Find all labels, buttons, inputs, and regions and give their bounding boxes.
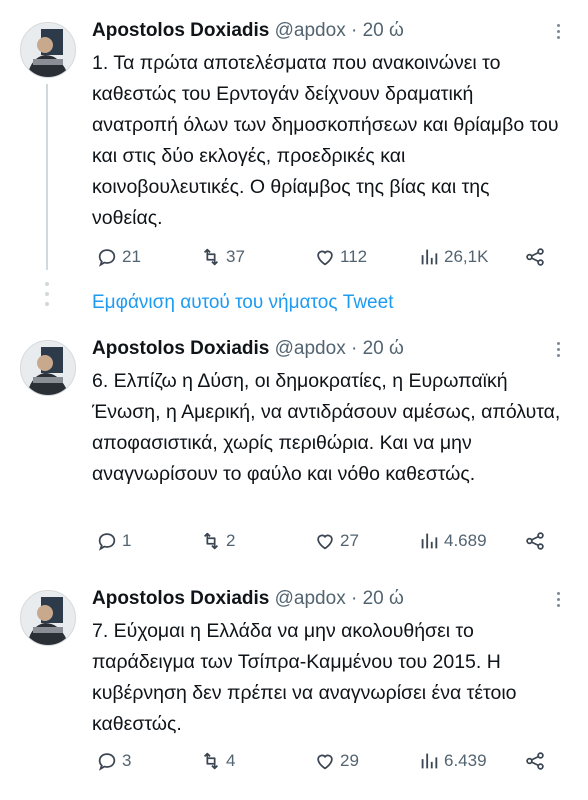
thread-gap-dot <box>45 282 49 286</box>
tweet-actions: 1 2 27 4.689 <box>92 528 568 554</box>
more-icon[interactable] <box>556 592 562 610</box>
reply-button[interactable]: 3 <box>96 748 131 774</box>
like-button[interactable]: 27 <box>314 528 359 554</box>
author-handle-time[interactable]: @apdox · 20 ώ <box>275 588 404 609</box>
views-button[interactable]: 4.689 <box>418 528 487 554</box>
avatar[interactable] <box>20 340 76 396</box>
share-icon <box>526 532 544 550</box>
tweet[interactable]: Apostolos Doxiadis @apdox · 20 ώ 1. Τα π… <box>0 18 588 278</box>
tweet-header: Apostolos Doxiadis @apdox · 20 ώ <box>92 586 404 612</box>
reply-icon <box>98 249 116 267</box>
author-handle-time[interactable]: @apdox · 20 ώ <box>275 338 404 359</box>
tweet-text: 6. Ελπίζω η Δύση, οι δημοκρατίες, η Ευρω… <box>92 370 561 485</box>
tweet-header: Apostolos Doxiadis @apdox · 20 ώ <box>92 336 404 362</box>
share-button[interactable] <box>524 528 546 554</box>
tweet[interactable]: Apostolos Doxiadis @apdox · 20 ώ 6. Ελπί… <box>0 336 588 566</box>
tweet[interactable]: Apostolos Doxiadis @apdox · 20 ώ 7. Εύχο… <box>0 586 588 786</box>
author-name[interactable]: Apostolos Doxiadis <box>92 20 269 41</box>
avatar[interactable] <box>20 590 76 646</box>
share-icon <box>526 248 544 266</box>
tweet-actions: 3 4 29 6.439 <box>92 748 568 774</box>
reply-button[interactable]: 1 <box>96 528 131 554</box>
thread-gap-dot <box>45 302 49 306</box>
retweet-count: 37 <box>226 247 245 266</box>
like-count: 27 <box>340 531 359 550</box>
reply-count: 3 <box>122 751 132 770</box>
views-button[interactable]: 6.439 <box>418 748 487 774</box>
retweet-button[interactable]: 37 <box>200 244 245 270</box>
like-icon <box>317 534 333 550</box>
views-button[interactable]: 26,1K <box>418 244 488 270</box>
views-icon <box>421 753 438 769</box>
share-button[interactable] <box>524 244 546 270</box>
views-icon <box>421 533 438 549</box>
reply-count: 21 <box>122 247 141 266</box>
views-count: 6.439 <box>444 751 487 770</box>
retweet-icon <box>203 752 219 770</box>
show-thread-link[interactable]: Εμφάνιση αυτού του νήματος Tweet <box>92 292 393 314</box>
tweet-actions: 21 37 112 26,1K <box>92 244 568 270</box>
views-icon <box>421 249 438 265</box>
retweet-icon <box>203 532 219 550</box>
retweet-count: 2 <box>226 531 236 550</box>
like-count: 112 <box>340 247 368 266</box>
reply-icon <box>98 753 116 771</box>
share-icon <box>526 752 544 770</box>
like-icon <box>317 754 333 770</box>
author-name[interactable]: Apostolos Doxiadis <box>92 588 269 609</box>
more-icon[interactable] <box>556 342 562 360</box>
retweet-button[interactable]: 4 <box>200 748 235 774</box>
retweet-count: 4 <box>226 751 236 770</box>
like-count: 29 <box>340 751 359 770</box>
author-handle-time[interactable]: @apdox · 20 ώ <box>275 20 404 41</box>
tweet-header: Apostolos Doxiadis @apdox · 20 ώ <box>92 18 404 44</box>
like-icon <box>317 250 333 266</box>
retweet-button[interactable]: 2 <box>200 528 235 554</box>
tweet-text: 7. Εύχομαι η Ελλάδα να μην ακολουθήσει τ… <box>92 620 517 735</box>
reply-count: 1 <box>122 531 132 550</box>
like-button[interactable]: 29 <box>314 748 359 774</box>
tweet-text: 1. Τα πρώτα αποτελέσματα που ανακοινώνει… <box>92 52 559 229</box>
more-icon[interactable] <box>556 24 562 42</box>
views-count: 26,1K <box>444 247 489 266</box>
reply-icon <box>98 533 116 551</box>
like-button[interactable]: 112 <box>314 244 367 270</box>
author-name[interactable]: Apostolos Doxiadis <box>92 338 269 359</box>
reply-button[interactable]: 21 <box>96 244 141 270</box>
retweet-icon <box>203 248 219 266</box>
avatar[interactable] <box>20 22 76 78</box>
thread-gap-dot <box>45 292 49 296</box>
views-count: 4.689 <box>444 531 487 550</box>
share-button[interactable] <box>524 748 546 774</box>
